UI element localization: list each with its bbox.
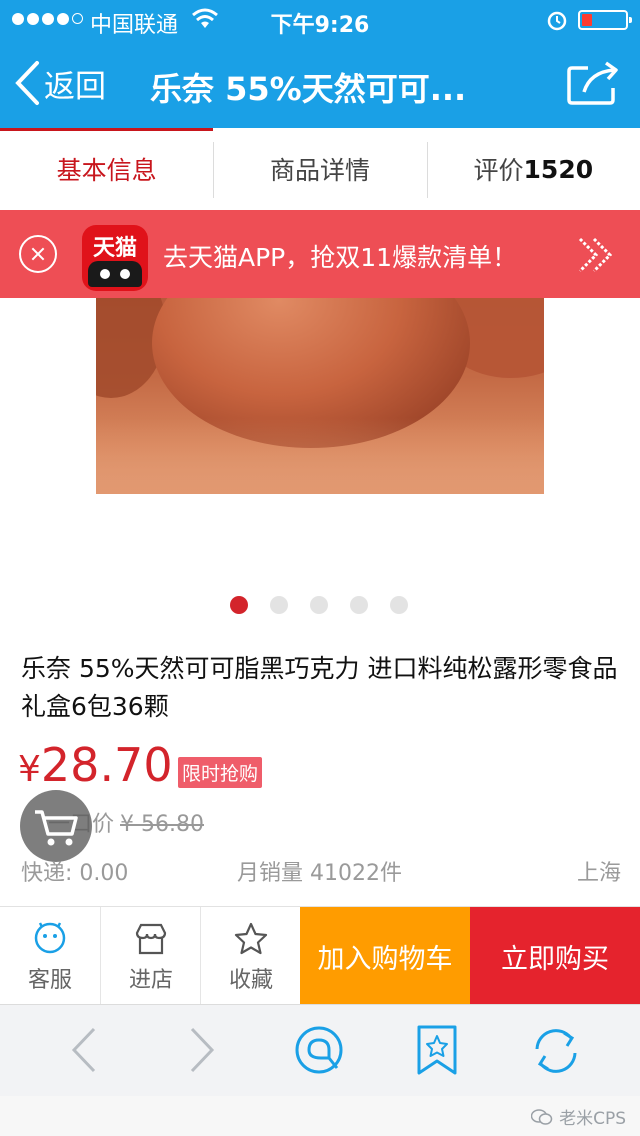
chevron-right-icon: [190, 1027, 215, 1073]
wifi-icon: [192, 8, 218, 36]
alarm-clock-icon: [546, 9, 568, 37]
customer-service-button[interactable]: 客服: [0, 907, 100, 1005]
browser-toolbar: [0, 1004, 640, 1097]
price-value: 28.70: [40, 738, 173, 792]
tab-bar: 基本信息 商品详情 评价 1520: [0, 128, 640, 210]
enter-store-button[interactable]: 进店: [100, 907, 201, 1005]
status-bar: 中国联通 下午9:26: [0, 0, 640, 40]
browser-forward-button[interactable]: [184, 1023, 220, 1081]
signal-strength-icon: [12, 13, 83, 25]
page-title: 乐奈 55%天然可可...: [150, 70, 467, 108]
currency-symbol: ¥: [18, 749, 41, 790]
carrier-name: 中国联通: [90, 13, 179, 38]
tmall-logo-text: 天猫: [92, 236, 137, 261]
action-bar: 客服 进店 收藏 加入购物车 立即购买: [0, 906, 640, 1005]
chevron-left-icon: [15, 61, 39, 105]
double-chevron-right-icon[interactable]: [576, 236, 616, 278]
tab-label: 商品详情: [269, 156, 370, 185]
ship-location: 上海: [576, 861, 621, 886]
store-icon: [135, 923, 167, 955]
back-label: 返回: [44, 68, 106, 105]
close-icon[interactable]: [19, 235, 57, 273]
chevron-left-icon: [71, 1027, 96, 1073]
bookmark-icon: [417, 1025, 457, 1075]
back-button[interactable]: 返回: [14, 58, 106, 108]
bottom-strip: 老米CPS: [0, 1096, 640, 1136]
browser-back-button[interactable]: [66, 1023, 102, 1081]
share-button[interactable]: [566, 60, 620, 110]
browser-bookmark-button[interactable]: [414, 1023, 460, 1083]
chat-bubble-icon: [34, 922, 66, 954]
store-label: 进店: [128, 968, 173, 993]
banner-text: 去天猫APP，抢双11爆款清单！: [163, 243, 518, 272]
tmall-cat-face-icon: [88, 261, 142, 287]
watermark-text: 老米CPS: [559, 1109, 626, 1129]
review-count: 1520: [523, 154, 594, 184]
favorite-label: 收藏: [228, 968, 273, 993]
share-icon: [567, 61, 618, 105]
tab-label: 基本信息: [56, 156, 157, 185]
tab-reviews[interactable]: 评价 1520: [426, 128, 640, 210]
add-to-cart-button[interactable]: 加入购物车: [300, 907, 470, 1005]
carousel-indicator: [230, 596, 408, 614]
tmall-logo: 天猫: [82, 225, 148, 291]
carousel-dot[interactable]: [230, 596, 248, 614]
tab-product-details[interactable]: 商品详情: [213, 128, 426, 210]
floating-cart-button[interactable]: [20, 790, 92, 862]
shopping-cart-icon: [35, 810, 78, 846]
wechat-icon: [531, 1108, 553, 1125]
carousel-dot[interactable]: [390, 596, 408, 614]
product-title: 乐奈 55%天然可可脂黑巧克力 进口料纯松露形零食品礼盒6包36颗: [21, 654, 618, 721]
tab-basic-info[interactable]: 基本信息: [0, 128, 214, 210]
product-price: ¥28.70: [18, 738, 173, 792]
watermark: 老米CPS: [531, 1104, 626, 1129]
star-icon: [234, 922, 268, 955]
carousel-dot[interactable]: [350, 596, 368, 614]
browser-home-button[interactable]: [292, 1023, 348, 1083]
tab-label: 评价: [473, 156, 524, 185]
refresh-icon: [535, 1029, 577, 1073]
product-image[interactable]: [96, 298, 544, 494]
tmall-app-banner[interactable]: 天猫 去天猫APP，抢双11爆款清单！: [0, 210, 640, 298]
original-price-value: ¥ 56.80: [120, 812, 204, 837]
buy-now-button[interactable]: 立即购买: [470, 907, 640, 1005]
browser-home-icon: [295, 1026, 343, 1074]
browser-refresh-button[interactable]: [528, 1023, 584, 1083]
carousel-dot[interactable]: [270, 596, 288, 614]
shipping-fee: 快递: 0.00: [21, 861, 129, 886]
monthly-sales: 月销量 41022件: [237, 861, 402, 886]
favorite-button[interactable]: 收藏: [200, 907, 301, 1005]
carousel-dot[interactable]: [310, 596, 328, 614]
shipping-row: 快递: 0.00 月销量 41022件 上海: [21, 855, 621, 886]
service-label: 客服: [27, 968, 72, 993]
nav-bar: 返回 乐奈 55%天然可可...: [0, 40, 640, 128]
flash-sale-badge: 限时抢购: [178, 757, 263, 788]
status-time: 下午9:26: [270, 13, 370, 38]
battery-icon: [578, 10, 632, 30]
